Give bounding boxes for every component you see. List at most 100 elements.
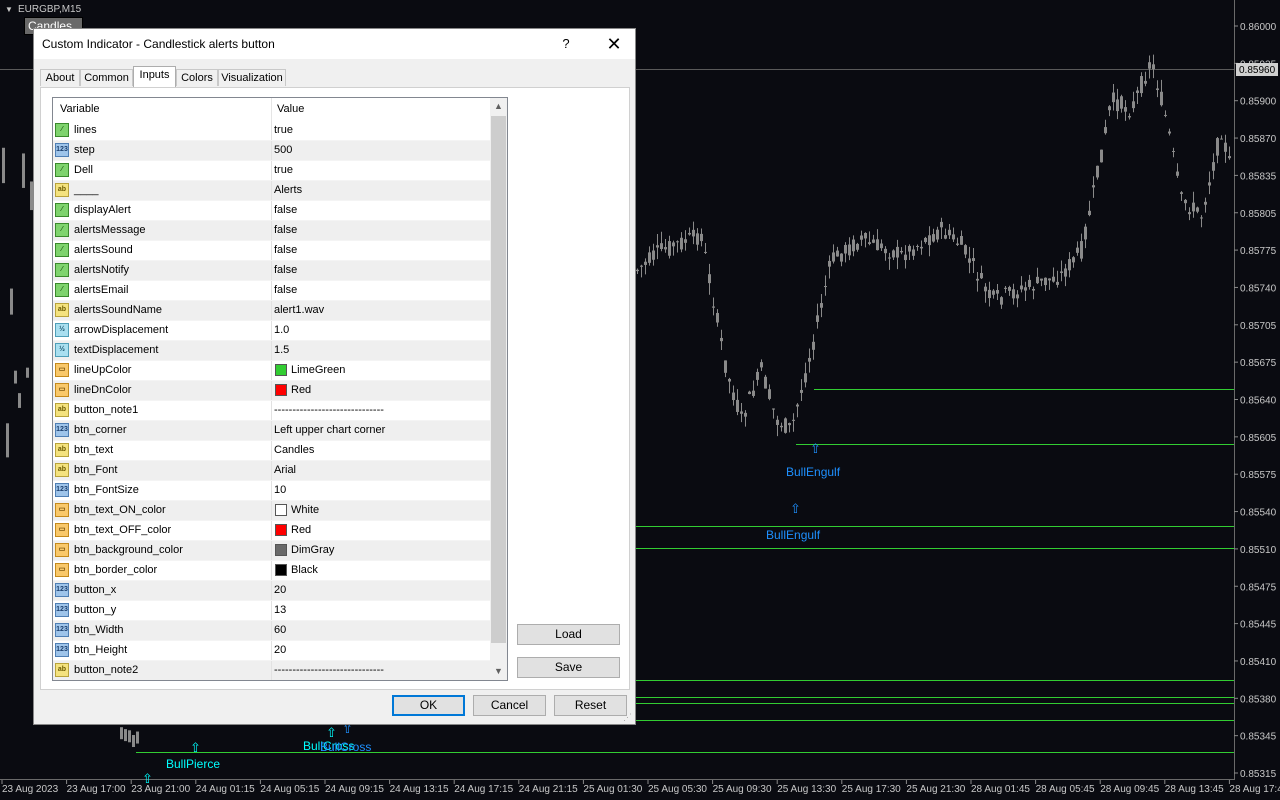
variable-name: textDisplacement bbox=[74, 344, 159, 356]
price-tick-label: 0.85540 bbox=[1240, 508, 1277, 519]
close-button[interactable]: ✕ bbox=[602, 32, 626, 56]
variable-value[interactable]: 20 bbox=[274, 644, 286, 656]
string-type-icon: ab bbox=[55, 183, 69, 197]
load-button[interactable]: Load bbox=[517, 624, 620, 645]
input-row[interactable]: ▭ btn_background_color DimGray bbox=[53, 541, 490, 561]
cancel-button[interactable]: Cancel bbox=[473, 695, 546, 716]
input-row[interactable]: ⁄ alertsMessage false bbox=[53, 221, 490, 241]
variable-value[interactable]: ------------------------------ bbox=[274, 404, 384, 416]
input-row[interactable]: 123 btn_Width 60 bbox=[53, 621, 490, 641]
scrollbar-thumb[interactable] bbox=[491, 116, 506, 643]
price-tick-label: 0.85315 bbox=[1240, 769, 1277, 780]
variable-name: btn_border_color bbox=[74, 564, 158, 576]
variable-value[interactable]: Left upper chart corner bbox=[274, 424, 385, 436]
variable-value[interactable]: 60 bbox=[274, 624, 286, 636]
scroll-down-arrow-icon[interactable]: ▼ bbox=[490, 663, 507, 680]
color-swatch[interactable] bbox=[275, 564, 287, 576]
tab-visualization[interactable]: Visualization bbox=[218, 69, 286, 86]
help-button[interactable]: ? bbox=[556, 34, 576, 54]
variable-value[interactable]: 20 bbox=[274, 584, 286, 596]
variable-value[interactable]: 1.0 bbox=[274, 324, 289, 336]
variable-value[interactable]: Red bbox=[291, 524, 311, 536]
input-row[interactable]: 123 btn_corner Left upper chart corner bbox=[53, 421, 490, 441]
dialog-title: Custom Indicator - Candlestick alerts bu… bbox=[42, 37, 275, 51]
tab-colors[interactable]: Colors bbox=[176, 69, 218, 86]
input-row[interactable]: ⁄ alertsEmail false bbox=[53, 281, 490, 301]
variable-value[interactable]: 500 bbox=[274, 144, 292, 156]
input-row[interactable]: ab btn_text Candles bbox=[53, 441, 490, 461]
candle-body bbox=[132, 735, 135, 748]
tab-about[interactable]: About bbox=[40, 69, 80, 86]
variable-value[interactable]: LimeGreen bbox=[291, 364, 345, 376]
input-row[interactable]: ½ textDisplacement 1.5 bbox=[53, 341, 490, 361]
variable-name: alertsSound bbox=[74, 244, 133, 256]
variable-value[interactable]: false bbox=[274, 224, 297, 236]
variable-value[interactable]: 10 bbox=[274, 484, 286, 496]
variable-value[interactable]: White bbox=[291, 504, 319, 516]
input-row[interactable]: ½ arrowDisplacement 1.0 bbox=[53, 321, 490, 341]
input-row[interactable]: ▭ btn_text_OFF_color Red bbox=[53, 521, 490, 541]
input-row[interactable]: ▭ btn_border_color Black bbox=[53, 561, 490, 581]
tab-common[interactable]: Common bbox=[80, 69, 133, 86]
input-row[interactable]: ⁄ displayAlert false bbox=[53, 201, 490, 221]
input-row[interactable]: ▭ lineUpColor LimeGreen bbox=[53, 361, 490, 381]
color-swatch[interactable] bbox=[275, 544, 287, 556]
column-header-value[interactable]: Value bbox=[277, 103, 304, 115]
dialog-titlebar[interactable]: Custom Indicator - Candlestick alerts bu… bbox=[34, 29, 635, 59]
variable-value[interactable]: false bbox=[274, 264, 297, 276]
input-row[interactable]: ⁄ Dell true bbox=[53, 161, 490, 181]
variable-value[interactable]: true bbox=[274, 124, 293, 136]
input-row[interactable]: 123 btn_FontSize 10 bbox=[53, 481, 490, 501]
resize-grip-icon[interactable]: ⋰ bbox=[623, 712, 633, 722]
color-type-icon: ▭ bbox=[55, 503, 69, 517]
variable-value[interactable]: alert1.wav bbox=[274, 304, 324, 316]
input-row[interactable]: ab alertsSoundName alert1.wav bbox=[53, 301, 490, 321]
save-button[interactable]: Save bbox=[517, 657, 620, 678]
candle-body bbox=[884, 248, 887, 254]
variable-value[interactable]: Candles bbox=[274, 444, 314, 456]
price-tick-label: 0.85605 bbox=[1240, 433, 1277, 444]
double-type-icon: ½ bbox=[55, 323, 69, 337]
tab-inputs[interactable]: Inputs bbox=[133, 66, 176, 87]
color-swatch[interactable] bbox=[275, 364, 287, 376]
variable-value[interactable]: ------------------------------ bbox=[274, 664, 384, 676]
variable-value[interactable]: false bbox=[274, 244, 297, 256]
variable-value[interactable]: Alerts bbox=[274, 184, 302, 196]
input-row[interactable]: ▭ btn_text_ON_color White bbox=[53, 501, 490, 521]
variable-value[interactable]: Black bbox=[291, 564, 318, 576]
variable-value[interactable]: 1.5 bbox=[274, 344, 289, 356]
variable-value[interactable]: false bbox=[274, 204, 297, 216]
column-header-variable[interactable]: Variable bbox=[60, 103, 100, 115]
variable-value[interactable]: true bbox=[274, 164, 293, 176]
input-row[interactable]: 123 button_x 20 bbox=[53, 581, 490, 601]
ok-button[interactable]: OK bbox=[392, 695, 465, 716]
time-tick-label: 23 Aug 21:00 bbox=[131, 784, 190, 795]
input-row[interactable]: ab btn_Font Arial bbox=[53, 461, 490, 481]
input-row[interactable]: ⁄ alertsNotify false bbox=[53, 261, 490, 281]
input-row[interactable]: 123 btn_Height 20 bbox=[53, 641, 490, 661]
variable-value[interactable]: Red bbox=[291, 384, 311, 396]
time-tick-label: 25 Aug 09:30 bbox=[713, 784, 772, 795]
input-row[interactable]: ⁄ alertsSound false bbox=[53, 241, 490, 261]
input-row[interactable]: ▭ lineDnColor Red bbox=[53, 381, 490, 401]
input-row[interactable]: ⁄ lines true bbox=[53, 121, 490, 141]
input-row[interactable]: ab button_note2 --------------------------… bbox=[53, 661, 490, 680]
scroll-up-arrow-icon[interactable]: ▲ bbox=[490, 98, 507, 115]
candle-body bbox=[848, 244, 851, 256]
input-row[interactable]: 123 step 500 bbox=[53, 141, 490, 161]
input-row[interactable]: ab ____ Alerts bbox=[53, 181, 490, 201]
variable-value[interactable]: 13 bbox=[274, 604, 286, 616]
grid-scrollbar[interactable]: ▲ ▼ bbox=[490, 98, 507, 680]
reset-button[interactable]: Reset bbox=[554, 695, 627, 716]
input-row[interactable]: ab button_note1 --------------------------… bbox=[53, 401, 490, 421]
color-swatch[interactable] bbox=[275, 524, 287, 536]
candle-body bbox=[852, 239, 855, 252]
input-row[interactable]: 123 button_y 13 bbox=[53, 601, 490, 621]
variable-value[interactable]: false bbox=[274, 284, 297, 296]
variable-value[interactable]: DimGray bbox=[291, 544, 334, 556]
chart-menu-triangle-icon[interactable]: ▼ bbox=[5, 5, 13, 14]
price-tick-label: 0.85835 bbox=[1240, 171, 1277, 182]
color-swatch[interactable] bbox=[275, 504, 287, 516]
color-swatch[interactable] bbox=[275, 384, 287, 396]
variable-value[interactable]: Arial bbox=[274, 464, 296, 476]
